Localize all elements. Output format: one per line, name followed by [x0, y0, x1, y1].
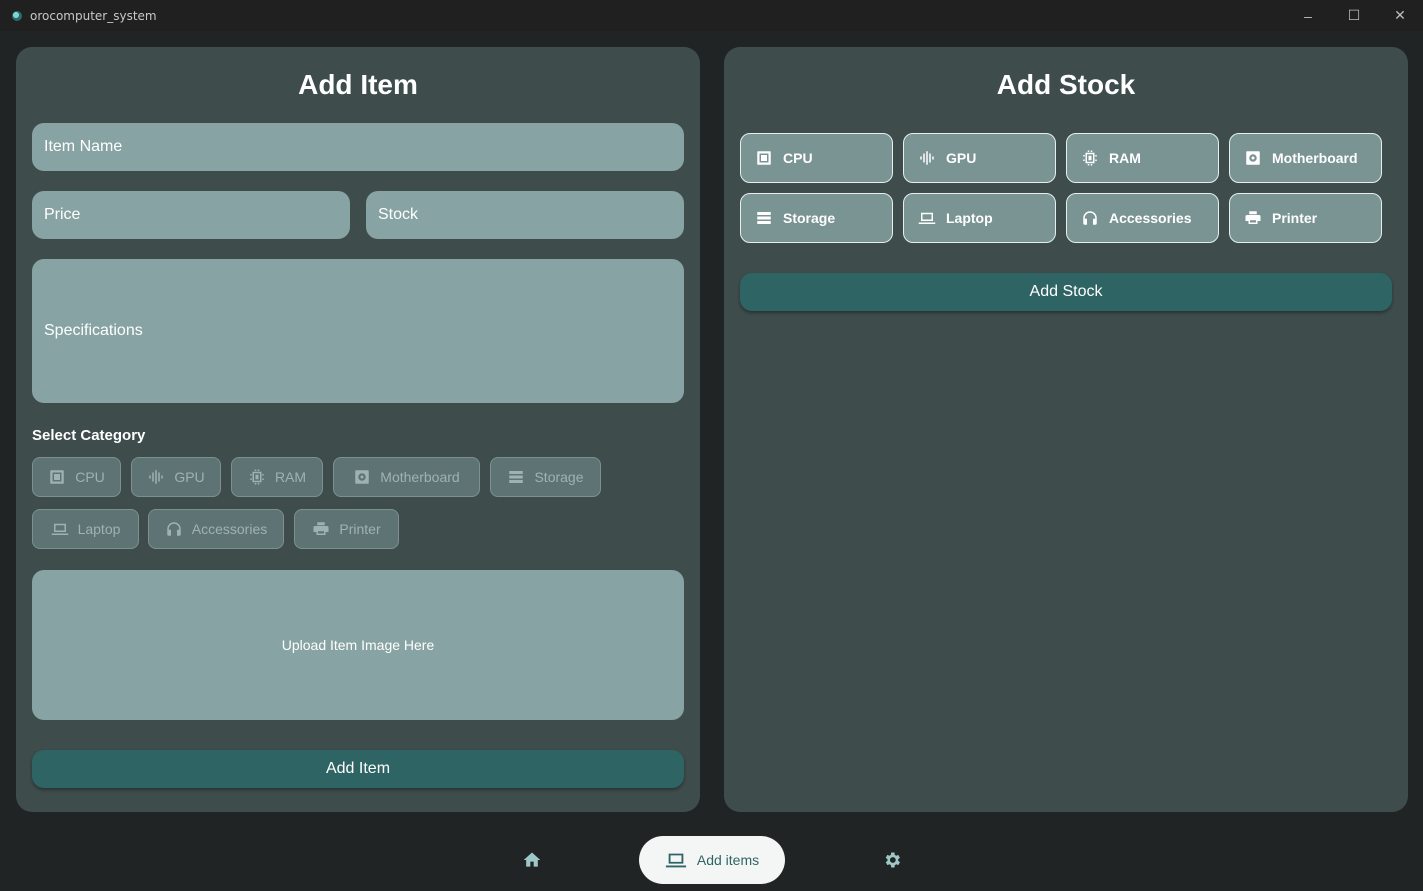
printer-icon: [313, 522, 329, 535]
price-input[interactable]: Price: [32, 191, 350, 239]
chip-label: Laptop: [77, 521, 121, 537]
headphones-icon: [167, 522, 181, 536]
ram-icon: [250, 469, 264, 485]
add-stock-panel: Add Stock CPU GPU RAM Motherboard Storag…: [724, 47, 1408, 812]
motherboard-icon: [1246, 151, 1260, 165]
stock-category-storage[interactable]: Storage: [740, 193, 893, 243]
stock-input[interactable]: Stock: [366, 191, 684, 239]
specifications-input[interactable]: Specifications: [32, 259, 684, 403]
add-item-title: Add Item: [298, 69, 418, 100]
gpu-icon: [149, 470, 164, 484]
laptop-icon: [918, 212, 936, 224]
cpu-icon: [757, 151, 771, 165]
maximize-button[interactable]: ☐: [1331, 0, 1377, 31]
category-chip-printer[interactable]: Printer: [294, 509, 399, 549]
stock-category-accessories[interactable]: Accessories: [1066, 193, 1219, 243]
minimize-button[interactable]: –: [1285, 0, 1331, 31]
stock-category-printer[interactable]: Printer: [1229, 193, 1382, 243]
gear-icon: [885, 852, 900, 868]
chip-label: Accessories: [191, 521, 268, 537]
chip-label: Motherboard: [380, 469, 460, 485]
category-chip-ram[interactable]: RAM: [231, 457, 323, 497]
add-item-button[interactable]: Add Item: [32, 750, 684, 788]
add-stock-title: Add Stock: [996, 69, 1136, 100]
storage-icon: [509, 471, 524, 483]
chip-label: Storage: [534, 469, 584, 485]
category-chip-motherboard[interactable]: Motherboard: [333, 457, 480, 497]
home-icon: [523, 852, 541, 867]
stock-category-laptop[interactable]: Laptop: [903, 193, 1056, 243]
stock-button-label: GPU: [946, 150, 977, 166]
cpu-icon: [50, 470, 64, 484]
title-bar: orocomputer_system – ☐ ✕: [0, 0, 1423, 31]
stock-category-motherboard[interactable]: Motherboard: [1229, 133, 1382, 183]
nav-home[interactable]: [522, 850, 542, 870]
add-item-panel: Add Item Item Name Price Stock Specifica…: [16, 47, 700, 812]
window-controls: – ☐ ✕: [1285, 0, 1423, 31]
nav-add-items[interactable]: Add items: [639, 836, 785, 884]
headphones-icon: [1083, 211, 1097, 225]
printer-icon: [1245, 211, 1261, 224]
ram-icon: [1083, 150, 1097, 166]
select-category-label: Select Category: [32, 427, 146, 444]
nav-settings[interactable]: [882, 850, 902, 870]
stock-button-label: Motherboard: [1272, 150, 1358, 166]
chip-label: CPU: [75, 469, 105, 485]
window-title: orocomputer_system: [30, 8, 157, 23]
chip-label: GPU: [174, 469, 205, 485]
bottom-navigation: Add items: [0, 828, 1423, 891]
stock-button-label: Laptop: [946, 210, 993, 226]
category-chip-gpu[interactable]: GPU: [131, 457, 221, 497]
category-chip-laptop[interactable]: Laptop: [32, 509, 139, 549]
image-upload-area[interactable]: Upload Item Image Here: [32, 570, 684, 720]
laptop-icon: [665, 853, 686, 868]
stock-button-label: RAM: [1109, 150, 1141, 166]
category-chip-accessories[interactable]: Accessories: [148, 509, 284, 549]
stock-button-label: Accessories: [1109, 210, 1192, 226]
category-chip-cpu[interactable]: CPU: [32, 457, 121, 497]
gpu-icon: [920, 151, 934, 165]
stock-category-ram[interactable]: RAM: [1066, 133, 1219, 183]
chip-label: Printer: [339, 521, 381, 537]
nav-add-items-label: Add items: [696, 852, 760, 868]
stock-category-gpu[interactable]: GPU: [903, 133, 1056, 183]
chip-label: RAM: [274, 469, 307, 485]
add-stock-button[interactable]: Add Stock: [740, 273, 1392, 311]
stock-button-label: CPU: [783, 150, 813, 166]
storage-icon: [757, 212, 771, 224]
stock-category-cpu[interactable]: CPU: [740, 133, 893, 183]
item-name-input[interactable]: Item Name: [32, 123, 684, 171]
stock-button-label: Storage: [783, 210, 836, 226]
stock-button-label: Printer: [1272, 210, 1318, 226]
close-button[interactable]: ✕: [1377, 0, 1423, 31]
motherboard-icon: [355, 470, 370, 484]
app-icon: [12, 10, 22, 21]
category-chip-storage[interactable]: Storage: [490, 457, 601, 497]
laptop-icon: [51, 523, 68, 535]
